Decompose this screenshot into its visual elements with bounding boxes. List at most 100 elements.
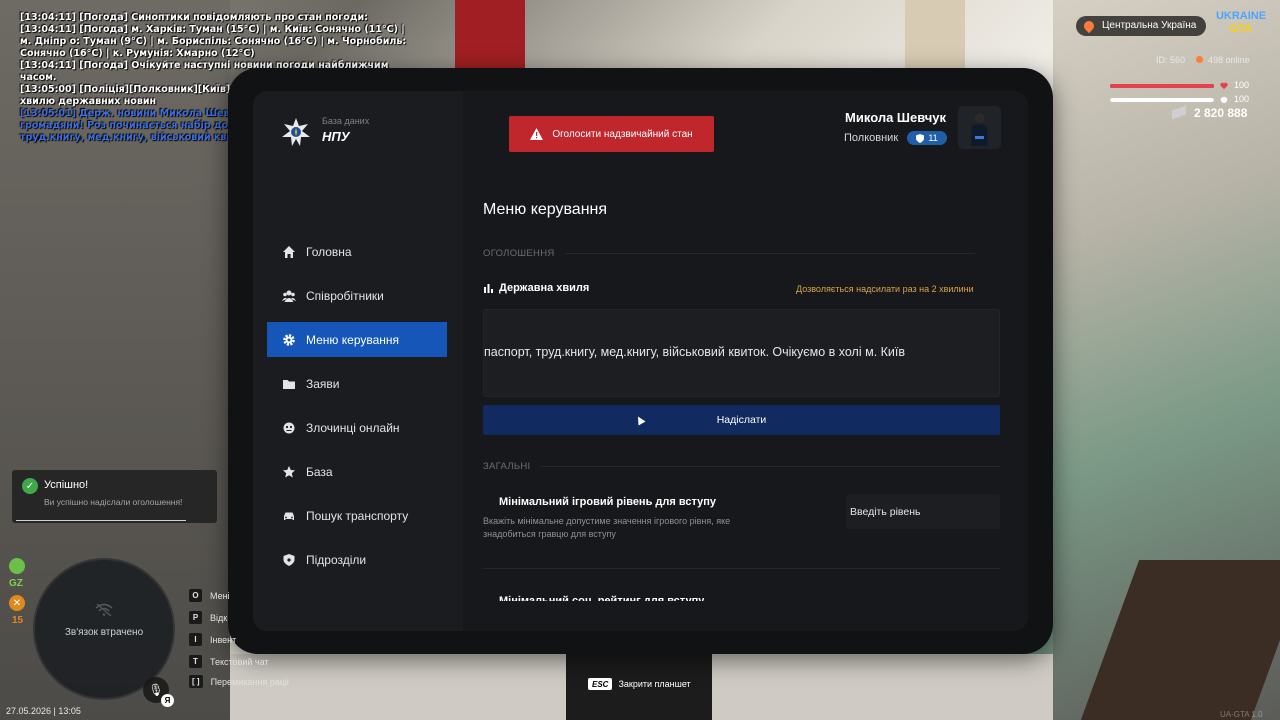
armor-bar-fill [1110,98,1214,102]
wave-title: Державна хвиля [483,282,589,294]
money-display: 2 820 888 [1172,105,1248,120]
sidebar-item-home[interactable]: Головна [267,234,447,269]
esc-key: ESC [588,678,613,690]
wave-title-label: Державна хвиля [499,282,590,294]
send-button-label: Надіслати [716,414,767,426]
folder-icon [283,379,295,389]
sidebar-item-label: Пошук транспорту [306,508,409,523]
region-badge: Центральна Україна [1076,16,1207,36]
user-name: Микола Шевчук [845,110,946,125]
keybind-hint: [ ] Перемикання раціі [189,675,289,688]
voice-language: Я [161,694,174,707]
sidebar-item-label: Злочинці онлайн [306,420,400,435]
users-icon [282,290,296,302]
health-value: 100 [1234,80,1250,90]
sidebar-item-criminals-online[interactable]: Злочинці онлайн [267,410,447,445]
armor-bar [1110,98,1214,102]
close-tablet-label: Закрити планшет [618,679,691,689]
keybind-key: [ ] [189,675,203,688]
shield-icon [283,553,295,566]
location-pin-icon [1081,18,1097,34]
keybind-label: Відк [210,612,228,623]
keybind-hint: T Текстовий чат [189,655,269,668]
money-value: 2 820 888 [1194,106,1248,120]
mask-icon [283,422,295,433]
min-level-title: Мінімальний ігровий рівень для вступу [499,496,716,508]
keybind-key: P [189,611,202,624]
notification-title: Успішно! [44,479,89,491]
emergency-button[interactable]: Оголосити надзвичайний стан [509,116,714,152]
wave-rate-note: Дозволяється надсилати раз на 2 хвилини [796,284,974,294]
announcement-textarea[interactable]: паспорт, труд.книгу, мед.книгу, військов… [483,309,1000,397]
sidebar-item-label: База [306,464,333,479]
online-count: 498 online [1208,55,1250,65]
section-divider [483,568,1000,569]
armor-shield-icon [1220,96,1228,104]
star-icon [283,465,295,477]
background-vending-machine [455,0,525,70]
send-button[interactable]: Надіслати [483,405,1000,435]
warning-icon [530,128,544,140]
player-id: ID: 560 [1156,55,1186,65]
sidebar-item-divisions[interactable]: Підрозділи [267,542,447,577]
chart-bars-icon [484,284,493,293]
org-subtitle: База даних [322,116,370,126]
region-label: Центральна Україна [1102,20,1197,31]
sidebar-item-employees[interactable]: Співробітники [267,278,447,313]
home-icon [283,245,295,258]
social-rating-title: Мінімальний соц. рейтинг для вступу [499,595,705,601]
health-bar [1110,84,1214,88]
wanted-x-icon: ✕ [9,595,25,611]
sidebar-item-label: Меню керування [306,332,400,347]
keybind-key: T [189,655,202,668]
keybind-label: Перемикання раціі [210,676,289,687]
server-logo: UKRAINE GTA [1212,10,1270,40]
keybind-label: Мені [210,590,230,601]
sidebar-item-control-menu[interactable]: Меню керування [267,322,447,357]
keybind-key: O [189,589,202,602]
section-label-announcements: ОГОЛОШЕННЯ [483,248,555,259]
logo-top-text: UKRAINE [1215,10,1267,22]
greenzone-icon [9,558,25,574]
greenzone-label: GZ [9,578,23,589]
user-rank: Полковник [844,132,899,144]
sidebar-item-label: Заяви [306,376,340,391]
keybind-key: I [189,633,202,646]
close-tablet-hint: ESC Закрити планшет [588,678,691,690]
online-dot-icon [1195,56,1203,63]
connection-status: Зв'язок втрачено [64,627,144,638]
keybind-label: Інвент [210,634,237,645]
car-icon [284,512,294,520]
player-id-line: ID: 560 498 online [1156,55,1250,65]
sidebar-item-applications[interactable]: Заяви [267,366,447,401]
wanted-count: 15 [12,615,24,626]
sidebar-item-label: Головна [306,244,352,259]
check-icon: ✓ [22,478,38,494]
health-bar-fill [1110,84,1214,88]
no-signal-icon [95,603,113,617]
section-divider [565,253,975,254]
min-level-description: Вкажіть мінімальне допустиме значення іг… [483,516,731,539]
sidebar-item-vehicle-search[interactable]: Пошук транспорту [267,498,447,533]
rank-shield-icon [916,133,925,143]
rank-badge: 11 [907,131,947,145]
keybind-hint: I Інвент [189,633,236,646]
logo-bottom-text: GTA [1229,23,1253,35]
armor-value: 100 [1234,94,1250,104]
emergency-button-label: Оголосити надзвичайний стан [552,128,693,140]
sidebar-item-label: Підрозділи [306,552,367,567]
keybind-hint: P Відк [189,611,227,624]
keybind-label: Текстовий чат [210,656,269,667]
section-divider [540,466,1000,467]
avatar [958,106,1001,149]
date-time: 27.05.2026 | 13:05 [6,706,81,716]
background-door [905,0,965,70]
heart-icon [1220,82,1228,90]
notification-text: Ви успішно надіслали оголошення! [44,497,183,507]
watermark: UA-GTA 1.0 [1220,710,1263,719]
sidebar-item-base[interactable]: База [267,454,447,489]
page-title: Меню керування [483,201,608,218]
section-label-general: ЗАГАЛЬНІ [483,461,531,472]
min-level-input[interactable] [846,494,1000,529]
notification-progress [16,520,186,521]
